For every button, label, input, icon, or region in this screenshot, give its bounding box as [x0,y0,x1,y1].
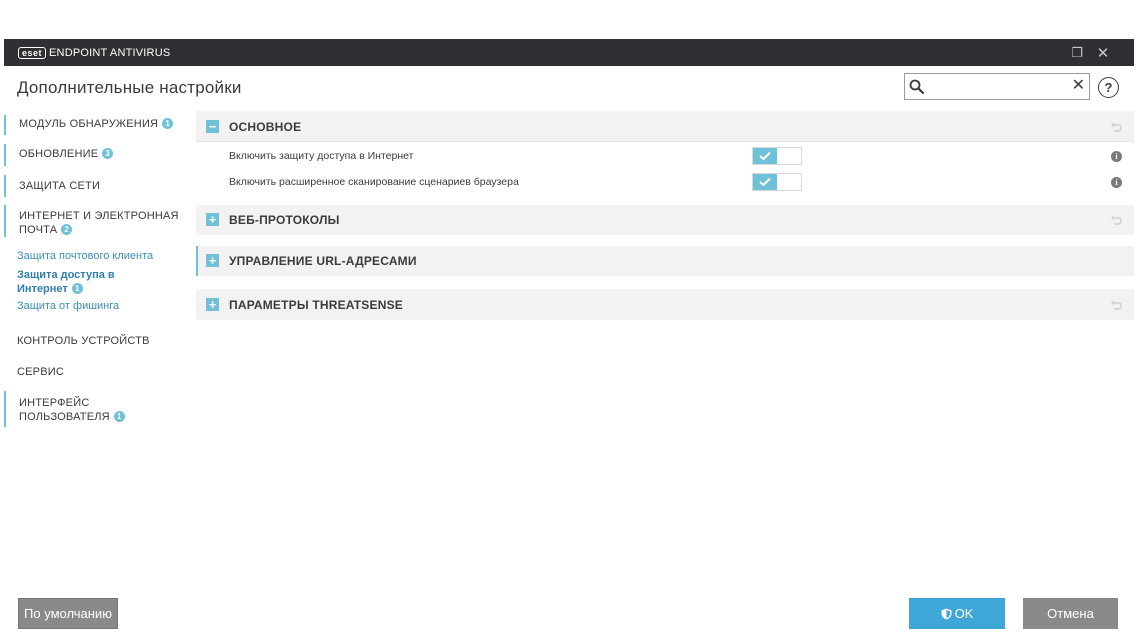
info-icon[interactable]: i [1111,150,1122,162]
shield-icon [941,608,952,619]
close-icon[interactable]: ✕ [1090,39,1116,66]
sidebar-item-network[interactable]: ЗАЩИТА СЕТИ [4,175,188,197]
product-name: ENDPOINT ANTIVIRUS [49,46,171,59]
info-icon[interactable]: i [1111,176,1122,188]
logo-mark: eset [18,46,47,59]
browser-script-scan-toggle[interactable] [752,173,802,191]
clear-search-icon[interactable]: ✕ [1072,77,1085,95]
search-icon [909,79,925,95]
expand-icon[interactable]: + [206,298,219,311]
notification-badge: 1 [113,411,125,422]
notification-badge: 1 [162,118,174,129]
sidebar-item-label-line1: ИНТЕРФЕЙС [19,397,90,409]
search-box[interactable]: ✕ [904,73,1090,100]
sidebar-subitem-label-line1: Защита доступа в [17,269,115,281]
sidebar-item-label: ОБНОВЛЕНИЕ [19,148,99,160]
notification-badge: 1 [71,283,83,294]
expand-icon[interactable]: + [206,213,219,226]
search-input[interactable] [927,76,1067,97]
sidebar-item-tools[interactable]: СЕРВИС [4,366,188,378]
revert-icon[interactable] [1110,214,1122,226]
sidebar-item-user-interface[interactable]: ИНТЕРФЕЙС ПОЛЬЗОВАТЕЛЯ 1 [4,391,188,427]
notification-badge: 3 [102,148,114,159]
revert-icon[interactable] [1110,121,1122,133]
sidebar-subitem-email-client[interactable]: Защита почтового клиента [4,250,188,262]
sidebar-item-detection[interactable]: МОДУЛЬ ОБНАРУЖЕНИЯ 1 [4,115,188,135]
setting-row: Включить защиту доступа в Интернет i [196,143,1134,169]
ok-button[interactable]: OK [909,598,1005,629]
section-url-management[interactable]: + УПРАВЛЕНИЕ URL-АДРЕСАМИ [196,246,1134,276]
sidebar-item-label-line2: ПОЧТА [19,224,58,236]
sidebar-item-label-line2: ПОЛЬЗОВАТЕЛЯ [19,411,110,423]
check-icon [759,151,771,161]
eset-logo: eset ENDPOINT ANTIVIRUS [18,46,171,59]
setting-row: Включить расширенное сканирование сценар… [196,169,1134,195]
toggle-on-indicator [753,174,777,190]
section-title: ОСНОВНОЕ [229,120,302,134]
setting-label: Включить защиту доступа в Интернет [229,150,414,162]
help-button[interactable]: ? [1098,77,1119,98]
sidebar-item-update[interactable]: ОБНОВЛЕНИЕ 3 [4,144,188,166]
sidebar-subitem-label-line2: Интернет [17,283,68,295]
sidebar-item-label: ЗАЩИТА СЕТИ [19,180,101,192]
setting-label: Включить расширенное сканирование сценар… [229,176,519,188]
sidebar-item-label: КОНТРОЛЬ УСТРОЙСТВ [17,335,150,347]
check-icon [759,177,771,187]
sidebar-item-device-control[interactable]: КОНТРОЛЬ УСТРОЙСТВ [4,335,188,347]
ok-button-label: OK [954,606,974,621]
sidebar-subitem-web-access[interactable]: Защита доступа в Интернет 1 [4,268,188,296]
collapse-icon[interactable]: − [206,120,219,133]
sidebar-subitem-antiphishing[interactable]: Защита от фишинга [4,300,188,312]
sidebar-item-label-line1: ИНТЕРНЕТ И ЭЛЕКТРОННАЯ [19,210,179,222]
section-title: ВЕБ-ПРОТОКОЛЫ [229,213,340,227]
web-access-protection-toggle[interactable] [752,147,802,165]
section-threatsense[interactable]: + ПАРАМЕТРЫ THREATSENSE [196,289,1134,320]
section-title: ПАРАМЕТРЫ THREATSENSE [229,298,403,312]
sidebar-item-label: МОДУЛЬ ОБНАРУЖЕНИЯ [19,118,159,130]
title-bar: eset ENDPOINT ANTIVIRUS ❐ ✕ [4,39,1134,66]
expand-icon[interactable]: + [206,254,219,267]
sidebar-item-label: СЕРВИС [17,366,65,378]
page-title: Дополнительные настройки [17,78,242,97]
cancel-button[interactable]: Отмена [1023,598,1118,629]
restore-icon[interactable]: ❐ [1064,39,1090,66]
section-title: УПРАВЛЕНИЕ URL-АДРЕСАМИ [229,254,417,268]
notification-badge: 2 [61,224,73,235]
revert-icon[interactable] [1110,299,1122,311]
default-button[interactable]: По умолчанию [18,598,118,629]
toggle-on-indicator [753,148,777,164]
sidebar-item-web-email[interactable]: ИНТЕРНЕТ И ЭЛЕКТРОННАЯ ПОЧТА 2 [4,205,188,237]
section-basic[interactable]: − ОСНОВНОЕ [196,111,1134,142]
section-web-protocols[interactable]: + ВЕБ-ПРОТОКОЛЫ [196,205,1134,235]
